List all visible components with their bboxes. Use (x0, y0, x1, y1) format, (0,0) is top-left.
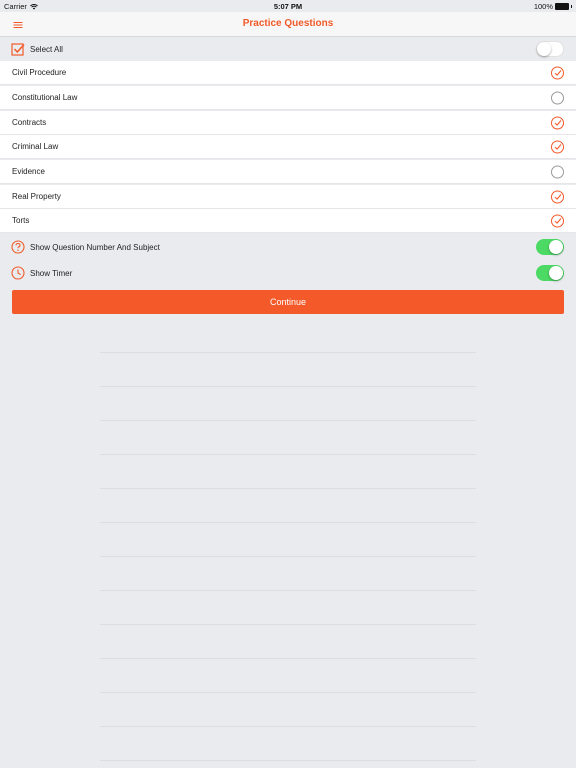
check-circle-icon[interactable] (551, 116, 564, 129)
page-title: Practice Questions (242, 18, 334, 29)
navigation-bar: Practice Questions (0, 12, 576, 37)
battery-icon (555, 3, 569, 10)
subject-label: Constitutional Law (12, 93, 78, 102)
show-question-number-label: Show Question Number And Subject (30, 242, 160, 252)
check-circle-icon[interactable] (551, 190, 564, 203)
subject-label: Evidence (12, 167, 45, 176)
check-circle-icon[interactable] (551, 214, 564, 227)
show-timer-row[interactable]: Show Timer (0, 261, 576, 285)
background-lines (100, 250, 476, 768)
question-circle-icon (11, 240, 25, 254)
empty-circle-icon[interactable] (551, 165, 564, 178)
show-question-number-row[interactable]: Show Question Number And Subject (0, 235, 576, 259)
subject-row-criminal-law[interactable]: Criminal Law (0, 135, 576, 159)
show-timer-toggle[interactable] (536, 265, 564, 281)
subject-row-constitutional-law[interactable]: Constitutional Law (0, 86, 576, 110)
battery-percent: 100% (533, 2, 553, 11)
select-all-toggle[interactable] (536, 41, 564, 57)
subject-label: Criminal Law (12, 142, 59, 151)
empty-circle-icon[interactable] (551, 91, 564, 104)
subject-label: Civil Procedure (12, 68, 67, 77)
subject-label: Contracts (12, 118, 47, 127)
select-all-row[interactable]: Select All (0, 37, 576, 61)
continue-button[interactable]: Continue (12, 290, 564, 314)
subject-row-contracts[interactable]: Contracts (0, 111, 576, 135)
checkbox-icon (11, 42, 25, 56)
clock-time: 5:07 PM (273, 2, 303, 11)
check-circle-icon[interactable] (551, 140, 564, 153)
select-all-label: Select All (30, 44, 63, 54)
show-timer-label: Show Timer (30, 268, 73, 278)
show-question-number-toggle[interactable] (536, 239, 564, 255)
subject-row-evidence[interactable]: Evidence (0, 160, 576, 184)
check-circle-icon[interactable] (551, 66, 564, 79)
battery-status: 100% (534, 2, 572, 11)
subject-row-civil-procedure[interactable]: Civil Procedure (0, 61, 576, 85)
clock-icon (11, 266, 25, 280)
status-bar: Carrier 5:07 PM 100% (0, 0, 576, 12)
subject-label: Torts (12, 216, 30, 225)
subject-label: Real Property (12, 192, 61, 201)
subject-row-torts[interactable]: Torts (0, 209, 576, 233)
subject-row-real-property[interactable]: Real Property (0, 185, 576, 209)
